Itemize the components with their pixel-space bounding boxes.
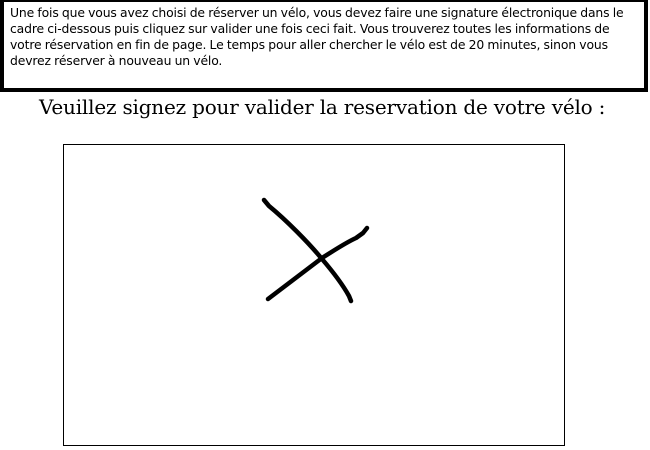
signature-pad[interactable] [63,144,565,446]
instructions-panel: Une fois que vous avez choisi de réserve… [0,0,648,92]
signature-stroke [265,225,370,302]
signature-canvas[interactable] [64,145,564,445]
page-title: Veuillez signez pour valider la reservat… [39,95,606,119]
instructions-text: Une fois que vous avez choisi de réserve… [10,5,624,68]
